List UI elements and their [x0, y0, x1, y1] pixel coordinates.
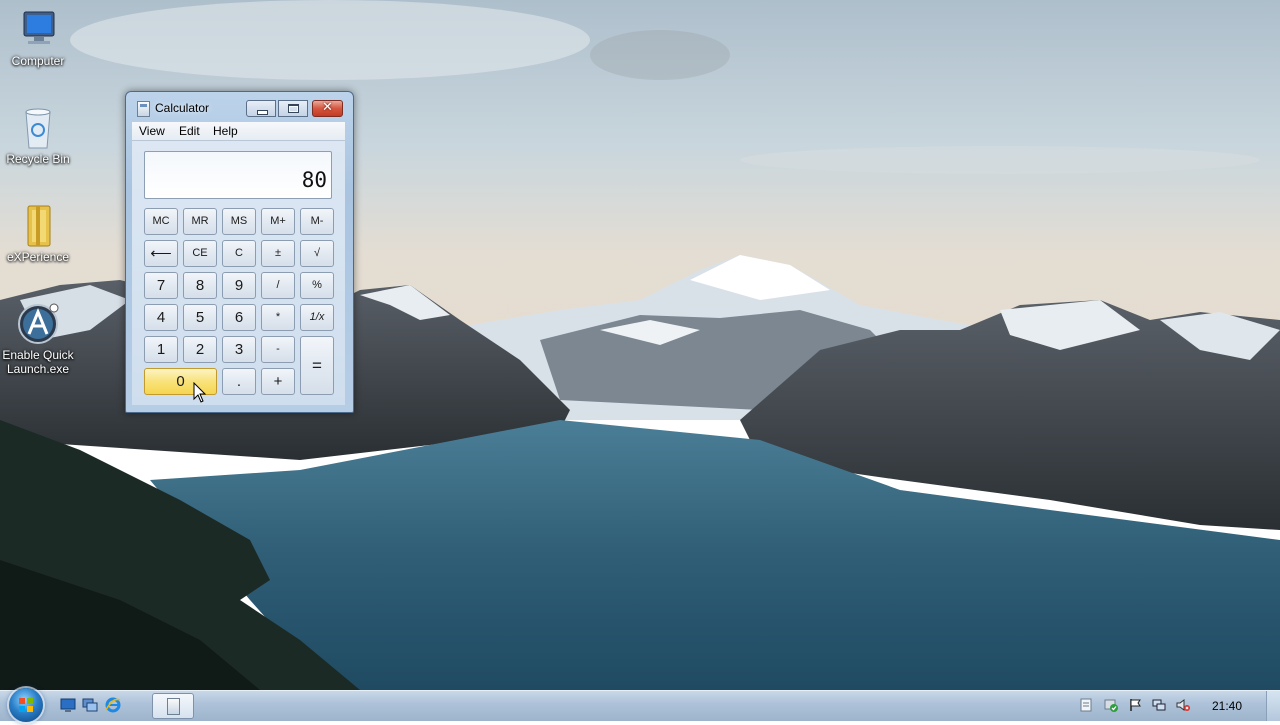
start-orb-icon[interactable]	[9, 688, 43, 722]
show-desktop-button[interactable]	[1266, 691, 1280, 721]
show-desktop-icon[interactable]	[60, 697, 76, 713]
menu-bar: View Edit Help	[132, 122, 345, 141]
close-icon: ✕	[322, 100, 333, 115]
memory-add-key[interactable]: M+	[261, 208, 295, 235]
desktop-icon-label: eXPerience	[6, 250, 70, 264]
digit-6-key[interactable]: 6	[222, 304, 256, 331]
desktop-icon-experience[interactable]: eXPerience	[0, 204, 76, 264]
notes-icon[interactable]	[1079, 698, 1093, 712]
calculator-body: 80 MC MR MS M+ M- ⟵ CE C ± √ 7 8 9 / % 4…	[132, 141, 345, 405]
subtract-key[interactable]: -	[261, 336, 295, 363]
mouse-cursor-icon	[193, 381, 207, 404]
digit-7-key[interactable]: 7	[144, 272, 178, 299]
action-center-flag-icon[interactable]	[1128, 698, 1142, 712]
desktop-icon-enable-quick-launch[interactable]: Enable Quick Launch.exe	[0, 302, 76, 376]
desktop-icon-label: Recycle Bin	[6, 152, 70, 166]
menu-view[interactable]: View	[139, 124, 165, 138]
reciprocal-key[interactable]: 1/x	[300, 304, 334, 331]
computer-icon	[14, 8, 62, 52]
security-icon[interactable]	[1104, 698, 1118, 712]
digit-4-key[interactable]: 4	[144, 304, 178, 331]
taskbar-clock[interactable]: 21:40	[1212, 699, 1242, 713]
divide-key[interactable]: /	[261, 272, 295, 299]
memory-store-key[interactable]: MS	[222, 208, 256, 235]
taskbar-calculator-button[interactable]	[152, 693, 194, 719]
equals-key[interactable]: =	[300, 336, 334, 395]
backspace-key[interactable]: ⟵	[144, 240, 178, 267]
multiply-key[interactable]: *	[261, 304, 295, 331]
digit-2-key[interactable]: 2	[183, 336, 217, 363]
window-switch-icon[interactable]	[82, 697, 98, 713]
calculator-window: Calculator ✕ View Edit Help 80 MC MR MS …	[125, 91, 354, 413]
digit-9-key[interactable]: 9	[222, 272, 256, 299]
desktop-icon-computer[interactable]: Computer	[0, 8, 76, 68]
desktop-icon-label: Computer	[11, 54, 65, 68]
digit-1-key[interactable]: 1	[144, 336, 178, 363]
taskbar: 21:40	[0, 688, 1280, 722]
digit-8-key[interactable]: 8	[183, 272, 217, 299]
folder-icon	[14, 204, 62, 248]
digit-5-key[interactable]: 5	[183, 304, 217, 331]
minimize-button[interactable]	[246, 100, 276, 117]
maximize-button[interactable]	[278, 100, 308, 117]
menu-help[interactable]: Help	[213, 124, 238, 138]
clear-entry-key[interactable]: CE	[183, 240, 217, 267]
recycle-bin-icon	[14, 106, 62, 150]
memory-recall-key[interactable]: MR	[183, 208, 217, 235]
desktop-icon-recycle-bin[interactable]: Recycle Bin	[0, 106, 76, 166]
decimal-point-key[interactable]: .	[222, 368, 256, 395]
display-value: 80	[301, 168, 327, 192]
desktop-icon-label: Enable Quick Launch.exe	[2, 348, 74, 376]
window-title: Calculator	[155, 101, 210, 115]
internet-explorer-icon[interactable]	[105, 697, 121, 713]
quick-launch-app-icon	[14, 302, 62, 346]
memory-clear-key[interactable]: MC	[144, 208, 178, 235]
menu-edit[interactable]: Edit	[179, 124, 200, 138]
calculator-display: 80	[144, 151, 332, 199]
calculator-titlebar[interactable]: Calculator ✕	[126, 92, 353, 122]
add-key[interactable]: +	[261, 368, 295, 395]
negate-key[interactable]: ±	[261, 240, 295, 267]
close-button[interactable]: ✕	[312, 100, 343, 117]
calculator-icon	[167, 698, 180, 715]
percent-key[interactable]: %	[300, 272, 334, 299]
square-root-key[interactable]: √	[300, 240, 334, 267]
network-icon[interactable]	[1152, 698, 1166, 712]
volume-muted-icon[interactable]	[1176, 698, 1190, 712]
memory-subtract-key[interactable]: M-	[300, 208, 334, 235]
clear-key[interactable]: C	[222, 240, 256, 267]
calculator-app-icon	[137, 101, 150, 117]
digit-3-key[interactable]: 3	[222, 336, 256, 363]
